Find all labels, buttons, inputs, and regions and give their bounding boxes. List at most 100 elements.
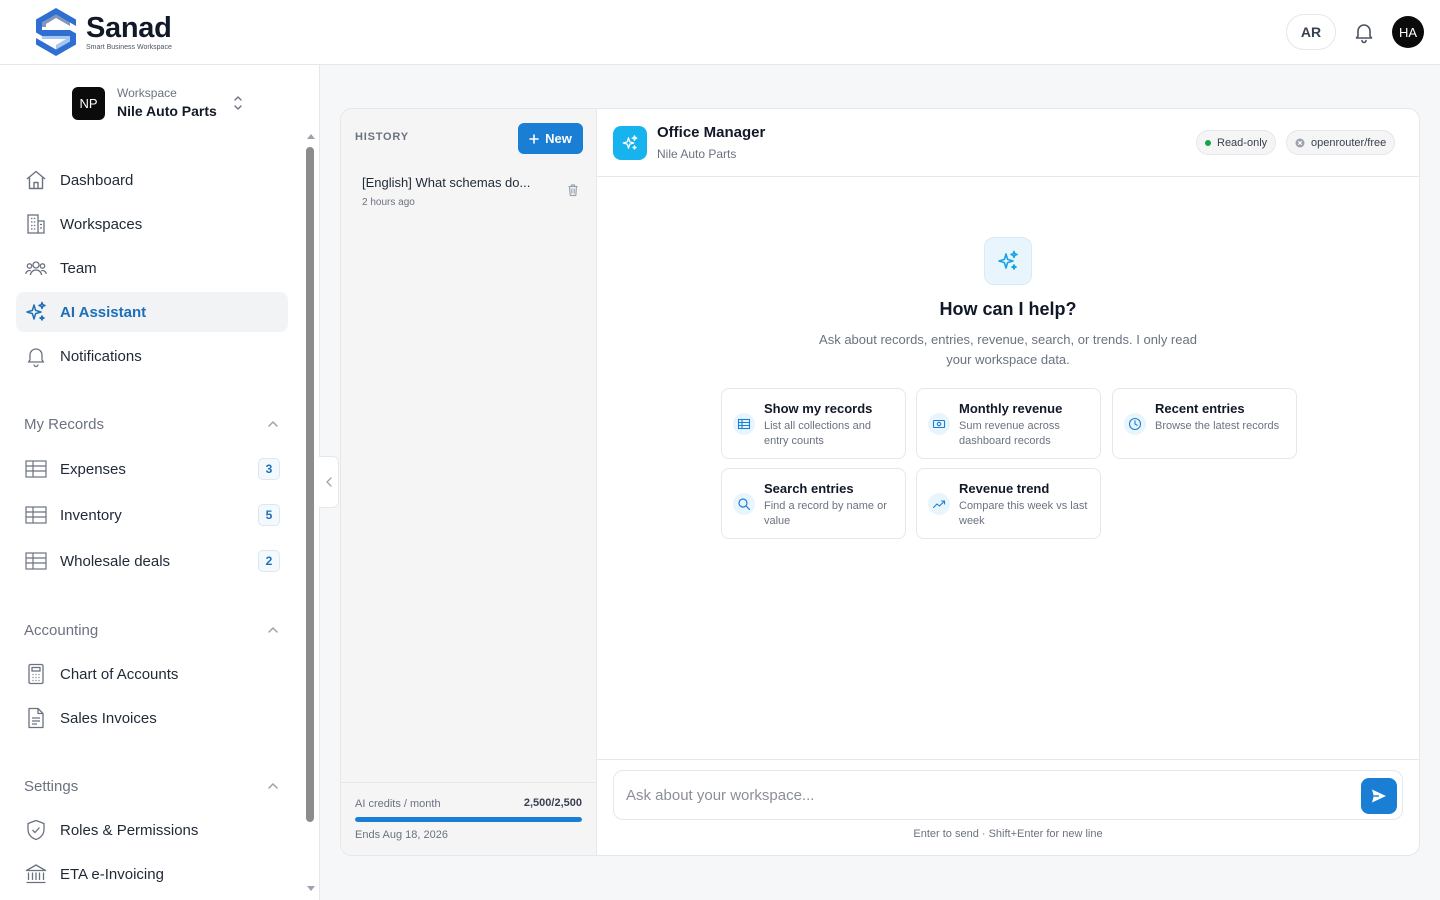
section-settings[interactable]: Settings (24, 776, 280, 796)
read-only-badge: Read-only (1196, 130, 1277, 155)
credits-progress-bar (355, 817, 582, 822)
section-my-records[interactable]: My Records (24, 414, 280, 434)
sidebar-item-eta-e-invoicing[interactable]: ETA e-Invoicing (16, 854, 288, 894)
section-accounting[interactable]: Accounting (24, 620, 280, 640)
calculator-icon (28, 663, 44, 685)
plus-icon (529, 133, 539, 144)
model-badge: openrouter/free (1286, 130, 1396, 155)
model-label: openrouter/free (1311, 136, 1387, 149)
suggestion-description: Compare this week vs last week (959, 500, 1088, 527)
sidebar-item-label: AI Assistant (60, 303, 147, 321)
count-badge: 3 (258, 458, 280, 480)
suggestion-monthly-revenue[interactable]: Monthly revenue Sum revenue across dashb… (916, 388, 1101, 459)
history-item-title: [English] What schemas do... (362, 175, 531, 190)
workspace-switcher[interactable]: NP Workspace Nile Auto Parts (72, 85, 245, 121)
sidebar-item-workspaces[interactable]: Workspaces (16, 204, 288, 244)
sidebar-item-label: Team (60, 259, 97, 277)
sidebar: NP Workspace Nile Auto Parts Dashboard W… (0, 65, 320, 900)
suggestion-description: Browse the latest records (1155, 420, 1280, 432)
document-icon (28, 707, 44, 729)
chevron-up-down-icon (234, 96, 242, 110)
credits-progress-fill (355, 817, 582, 822)
sidebar-item-label: Inventory (60, 506, 122, 524)
assistant-panel: HISTORY New [English] What schemas do...… (340, 108, 1420, 856)
suggestion-description: Sum revenue across dashboard records (959, 420, 1060, 447)
workspace-badge: NP (72, 86, 105, 120)
suggestion-description: List all collections and entry counts (764, 420, 872, 447)
table-icon (25, 460, 47, 478)
team-icon (25, 261, 47, 276)
suggestion-search-entries[interactable]: Search entries Find a record by name or … (721, 468, 906, 539)
sidebar-item-sales-invoices[interactable]: Sales Invoices (16, 698, 288, 738)
trash-icon[interactable] (566, 183, 580, 197)
suggestion-recent-entries[interactable]: Recent entries Browse the latest records (1112, 388, 1297, 459)
top-bar: Sanad Smart Business Workspace AR HA (0, 0, 1440, 65)
sanad-logo-icon (36, 8, 76, 56)
credits-value: 2,500/2,500 (523, 797, 582, 809)
agent-avatar (613, 126, 647, 160)
model-x-icon (1295, 138, 1305, 147)
workspace-label: Workspace (117, 86, 177, 100)
sparkles-icon (26, 301, 46, 321)
count-badge: 2 (258, 550, 280, 572)
sidebar-item-expenses[interactable]: Expenses 3 (16, 449, 288, 489)
send-button[interactable] (1361, 778, 1397, 814)
chat-pane: Office Manager Nile Auto Parts Read-only… (597, 109, 1419, 855)
chevron-up-icon (268, 626, 278, 633)
sidebar-item-label: Dashboard (60, 171, 134, 189)
sidebar-item-label: Roles & Permissions (60, 821, 199, 839)
scroll-up-arrow-icon[interactable] (306, 132, 316, 140)
new-chat-label: New (545, 131, 572, 146)
collapse-history-button[interactable] (319, 456, 339, 508)
new-chat-button[interactable]: New (518, 123, 583, 154)
suggestion-revenue-trend[interactable]: Revenue trend Compare this week vs last … (916, 468, 1101, 539)
suggestion-description: Find a record by name or value (764, 500, 887, 527)
read-only-label: Read-only (1217, 136, 1268, 149)
sidebar-item-label: Notifications (60, 347, 142, 365)
user-avatar[interactable]: HA (1392, 16, 1424, 48)
status-dot (1205, 139, 1211, 146)
sidebar-item-team[interactable]: Team (16, 248, 288, 288)
sidebar-item-label: Sales Invoices (60, 709, 157, 727)
bell-icon (27, 348, 45, 368)
sidebar-item-wholesale-deals[interactable]: Wholesale deals 2 (16, 541, 288, 581)
trend-icon (928, 493, 950, 515)
history-item[interactable]: [English] What schemas do... 2 hours ago (349, 167, 589, 215)
chat-input[interactable] (626, 783, 1326, 807)
suggestion-title: Monthly revenue (959, 401, 1063, 416)
chevron-left-icon (325, 477, 332, 487)
clock-icon (1124, 413, 1146, 435)
sparkles-icon (622, 135, 638, 150)
notifications-bell-icon[interactable] (1352, 20, 1376, 44)
suggestion-show-my-records[interactable]: Show my records List all collections and… (721, 388, 906, 459)
section-label: My Records (24, 415, 105, 433)
sidebar-item-notifications[interactable]: Notifications (16, 336, 288, 376)
sidebar-scrollbar[interactable] (306, 147, 314, 822)
welcome-icon (984, 237, 1032, 285)
chevron-up-icon (268, 420, 278, 427)
sidebar-item-label: Workspaces (60, 215, 143, 233)
suggestion-title: Search entries (764, 481, 854, 496)
sidebar-item-dashboard[interactable]: Dashboard (16, 160, 288, 200)
composer-area: Enter to send · Shift+Enter for new line (597, 759, 1419, 855)
sidebar-item-ai-assistant[interactable]: AI Assistant (16, 292, 288, 332)
sidebar-item-roles-permissions[interactable]: Roles & Permissions (16, 810, 288, 850)
sidebar-item-inventory[interactable]: Inventory 5 (16, 495, 288, 535)
section-label: Accounting (24, 621, 99, 639)
building-icon (27, 214, 45, 234)
sidebar-item-chart-of-accounts[interactable]: Chart of Accounts (16, 654, 288, 694)
brand-logo[interactable]: Sanad Smart Business Workspace (32, 6, 172, 58)
chat-header: Office Manager Nile Auto Parts Read-only… (597, 109, 1419, 177)
suggestion-title: Show my records (764, 401, 873, 416)
composer-hint: Enter to send · Shift+Enter for new line (913, 828, 1103, 840)
scroll-down-arrow-icon[interactable] (306, 885, 316, 893)
brand-name: Sanad (86, 11, 172, 44)
shield-check-icon (27, 819, 45, 841)
sparkles-icon (998, 250, 1018, 270)
bank-icon (25, 864, 47, 884)
workspace-name: Nile Auto Parts (117, 103, 217, 119)
language-toggle-button[interactable]: AR (1286, 14, 1336, 50)
money-icon (928, 413, 950, 435)
suggestion-title: Recent entries (1155, 401, 1245, 416)
count-badge: 5 (258, 504, 280, 526)
